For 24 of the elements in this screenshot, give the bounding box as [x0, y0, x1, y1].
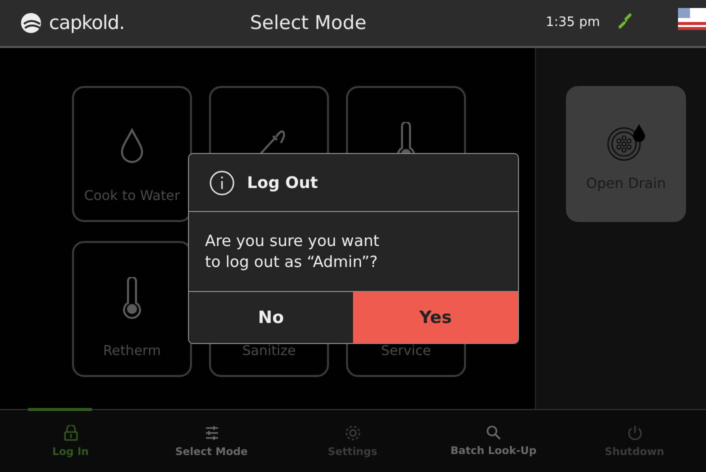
lock-icon: [64, 424, 78, 441]
mode-label: Retherm: [103, 342, 161, 361]
info-icon: [209, 170, 235, 196]
confirm-button[interactable]: Yes: [353, 292, 518, 343]
nav-label: Select Mode: [175, 446, 248, 458]
brand-name: capkold.: [49, 12, 124, 34]
screen-title: Select Mode: [250, 12, 368, 34]
settings-icon: [344, 424, 360, 441]
nav-label: Log In: [52, 446, 89, 458]
mode-label: Sanitize: [242, 342, 296, 361]
clock-time: 1:35 pm: [546, 15, 600, 30]
nav-item[interactable]: Log In: [0, 410, 141, 472]
thermometer-icon: [121, 276, 143, 319]
power-icon: [626, 424, 642, 441]
nav-item[interactable]: Batch Look-Up: [423, 410, 564, 472]
mode-label: Service: [381, 342, 431, 361]
search-icon: [486, 425, 501, 440]
nav-label: Batch Look-Up: [450, 445, 536, 458]
sliders-icon: [204, 424, 218, 441]
drop-icon: [119, 128, 145, 164]
mode-label: Cook to Water: [84, 188, 180, 206]
flag-icon[interactable]: [678, 8, 706, 30]
nav-item[interactable]: Select Mode: [141, 410, 282, 472]
dialog-title: Log Out: [247, 173, 318, 192]
